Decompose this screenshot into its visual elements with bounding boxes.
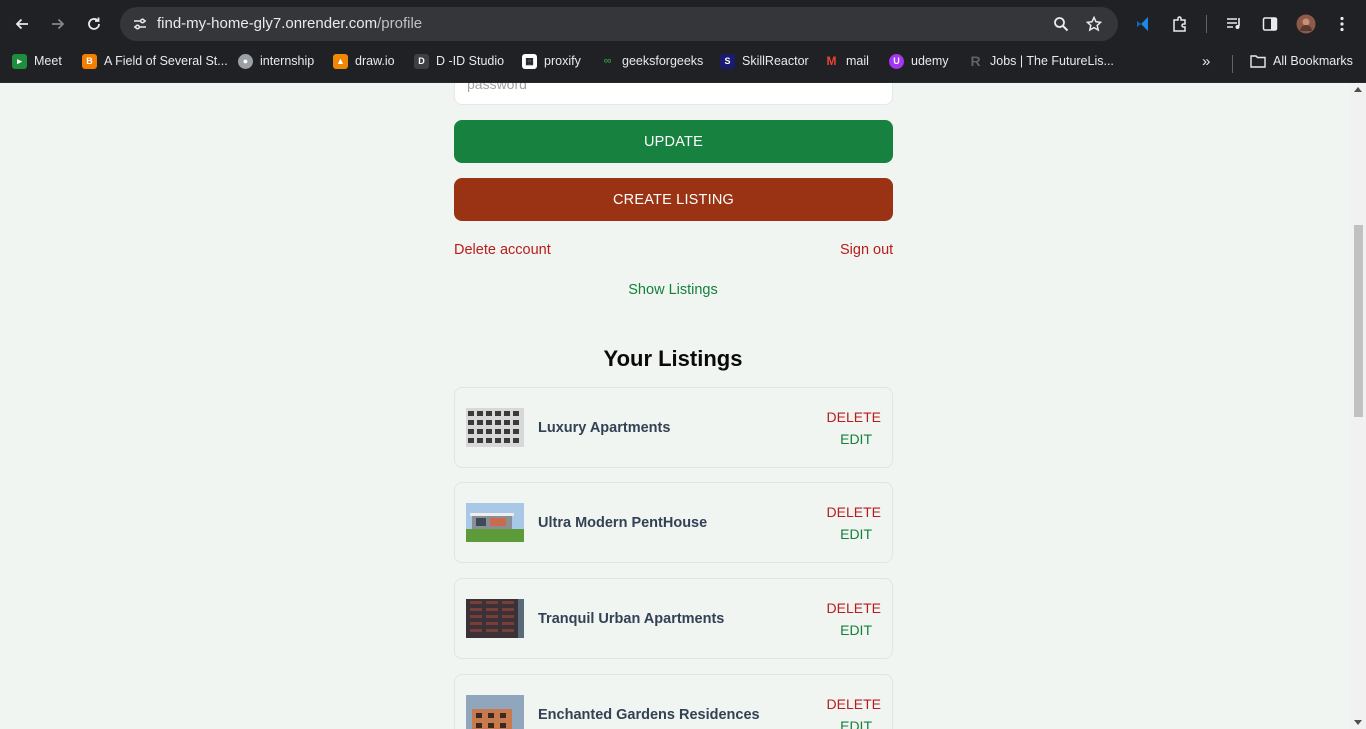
bookmark-did-studio[interactable]: D D -ID Studio	[414, 52, 504, 70]
bookmark-skillreactor[interactable]: S SkillReactor	[720, 52, 809, 70]
password-input[interactable]	[454, 83, 893, 105]
listing-edit-button[interactable]: EDIT	[840, 526, 872, 542]
bookmark-label: internship	[260, 54, 315, 68]
delete-account-link[interactable]: Delete account	[454, 242, 551, 258]
bookmark-internship[interactable]: ● internship	[238, 52, 314, 70]
side-panel-icon[interactable]	[1258, 12, 1282, 36]
listing-edit-button[interactable]: EDIT	[840, 718, 872, 729]
your-listings-heading: Your Listings	[603, 346, 743, 371]
listing-card: Enchanted Gardens Residences DELETE EDIT	[454, 674, 893, 729]
bookmark-label: Jobs | The FutureLis...	[990, 54, 1114, 68]
drawio-icon: ▲	[333, 53, 348, 69]
scroll-down-arrow-icon[interactable]	[1354, 720, 1362, 725]
bookmark-geeksforgeeks[interactable]: ∞ geeksforgeeks	[600, 52, 704, 70]
listing-card: Tranquil Urban Apartments DELETE EDIT	[454, 578, 893, 659]
listing-card: Ultra Modern PentHouse DELETE EDIT	[454, 482, 893, 563]
listing-thumbnail[interactable]	[466, 408, 524, 447]
forward-button[interactable]	[46, 12, 70, 36]
bookmark-label: D -ID Studio	[436, 54, 505, 68]
listing-edit-button[interactable]: EDIT	[840, 622, 872, 638]
profile-avatar-icon[interactable]	[1294, 12, 1318, 36]
bookmark-label: draw.io	[355, 54, 395, 68]
url-path: /profile	[377, 15, 423, 32]
bookmark-label: mail	[846, 54, 869, 68]
did-icon: D	[414, 53, 429, 69]
reload-icon	[88, 17, 100, 30]
profile-page: UPDATE CREATE LISTING Delete account Sig…	[0, 83, 1366, 729]
extension-vscode-icon[interactable]	[1132, 12, 1156, 36]
sign-out-link[interactable]: Sign out	[840, 242, 893, 258]
zoom-icon[interactable]	[1051, 14, 1071, 34]
bookmark-star-icon[interactable]	[1084, 14, 1104, 34]
more-bookmarks-button[interactable]: »	[1202, 52, 1210, 70]
toolbar-divider	[1206, 15, 1207, 33]
all-bookmarks-button[interactable]: All Bookmarks	[1250, 52, 1353, 70]
listing-name[interactable]: Enchanted Gardens Residences	[538, 707, 760, 723]
folder-icon	[1250, 55, 1266, 68]
proxify-icon: ▦	[522, 53, 537, 69]
listing-thumbnail[interactable]	[466, 599, 524, 638]
menu-kebab-icon[interactable]	[1330, 12, 1354, 36]
bookmark-blogger[interactable]: B A Field of Several St...	[82, 52, 228, 70]
bookmark-mail[interactable]: M mail	[824, 52, 869, 70]
back-arrow-icon	[15, 18, 28, 30]
bookmark-label: SkillReactor	[742, 54, 809, 68]
show-listings-link: Show Listings	[0, 282, 1346, 298]
listing-name[interactable]: Luxury Apartments	[538, 420, 670, 436]
browser-toolbar: find-my-home-gly7.onrender.com/profile	[0, 0, 1366, 48]
listing-thumbnail[interactable]	[466, 503, 524, 542]
skillreactor-icon: S	[720, 53, 735, 69]
bookmark-label: geeksforgeeks	[622, 54, 704, 68]
meet-icon: ▸	[12, 53, 27, 69]
listing-name[interactable]: Ultra Modern PentHouse	[538, 515, 707, 531]
blogger-icon: B	[82, 53, 97, 69]
gfg-icon: ∞	[603, 55, 612, 67]
listing-thumbnail[interactable]	[466, 695, 524, 729]
globe-icon: ●	[238, 53, 253, 69]
update-button[interactable]: UPDATE	[454, 120, 893, 163]
bookmarks-divider	[1232, 55, 1233, 73]
listing-name[interactable]: Tranquil Urban Apartments	[538, 611, 724, 627]
create-listing-button[interactable]: CREATE LISTING	[454, 178, 893, 221]
extensions-puzzle-icon[interactable]	[1168, 12, 1192, 36]
bookmark-udemy[interactable]: U udemy	[889, 52, 949, 70]
listing-delete-button[interactable]: DELETE	[827, 696, 881, 712]
bookmark-label: udemy	[911, 54, 949, 68]
all-bookmarks-label: All Bookmarks	[1273, 54, 1353, 68]
media-controls-icon[interactable]	[1222, 12, 1246, 36]
bookmark-proxify[interactable]: ▦ proxify	[522, 52, 581, 70]
bookmark-label: A Field of Several St...	[104, 54, 228, 68]
listing-delete-button[interactable]: DELETE	[827, 600, 881, 616]
site-settings-icon[interactable]	[130, 14, 150, 34]
scroll-up-arrow-icon[interactable]	[1354, 87, 1362, 92]
scroll-thumb[interactable]	[1354, 225, 1363, 417]
back-button[interactable]	[10, 12, 34, 36]
url-text: find-my-home-gly7.onrender.com/profile	[157, 15, 422, 32]
listing-delete-button[interactable]: DELETE	[827, 409, 881, 425]
bookmark-label: Meet	[34, 54, 62, 68]
listing-edit-button[interactable]: EDIT	[840, 431, 872, 447]
address-bar[interactable]: find-my-home-gly7.onrender.com/profile	[120, 7, 1118, 41]
gmail-icon: M	[826, 54, 837, 68]
bookmark-drawio[interactable]: ▲ draw.io	[333, 52, 395, 70]
page-scrollbar[interactable]	[1350, 83, 1366, 729]
udemy-icon: U	[889, 53, 904, 69]
show-listings-button[interactable]: Show Listings	[628, 282, 717, 298]
reload-button[interactable]	[82, 12, 106, 36]
listing-card: Luxury Apartments DELETE EDIT	[454, 387, 893, 468]
listing-delete-button[interactable]: DELETE	[827, 504, 881, 520]
url-host: find-my-home-gly7.onrender.com	[157, 15, 378, 32]
bookmark-label: proxify	[544, 54, 581, 68]
futurelist-icon: R	[970, 53, 981, 69]
forward-arrow-icon	[52, 18, 65, 30]
bookmark-meet[interactable]: ▸ Meet	[12, 52, 62, 70]
double-chevron-icon: »	[1202, 52, 1211, 70]
bookmark-futurelist[interactable]: R Jobs | The FutureLis...	[968, 52, 1114, 70]
